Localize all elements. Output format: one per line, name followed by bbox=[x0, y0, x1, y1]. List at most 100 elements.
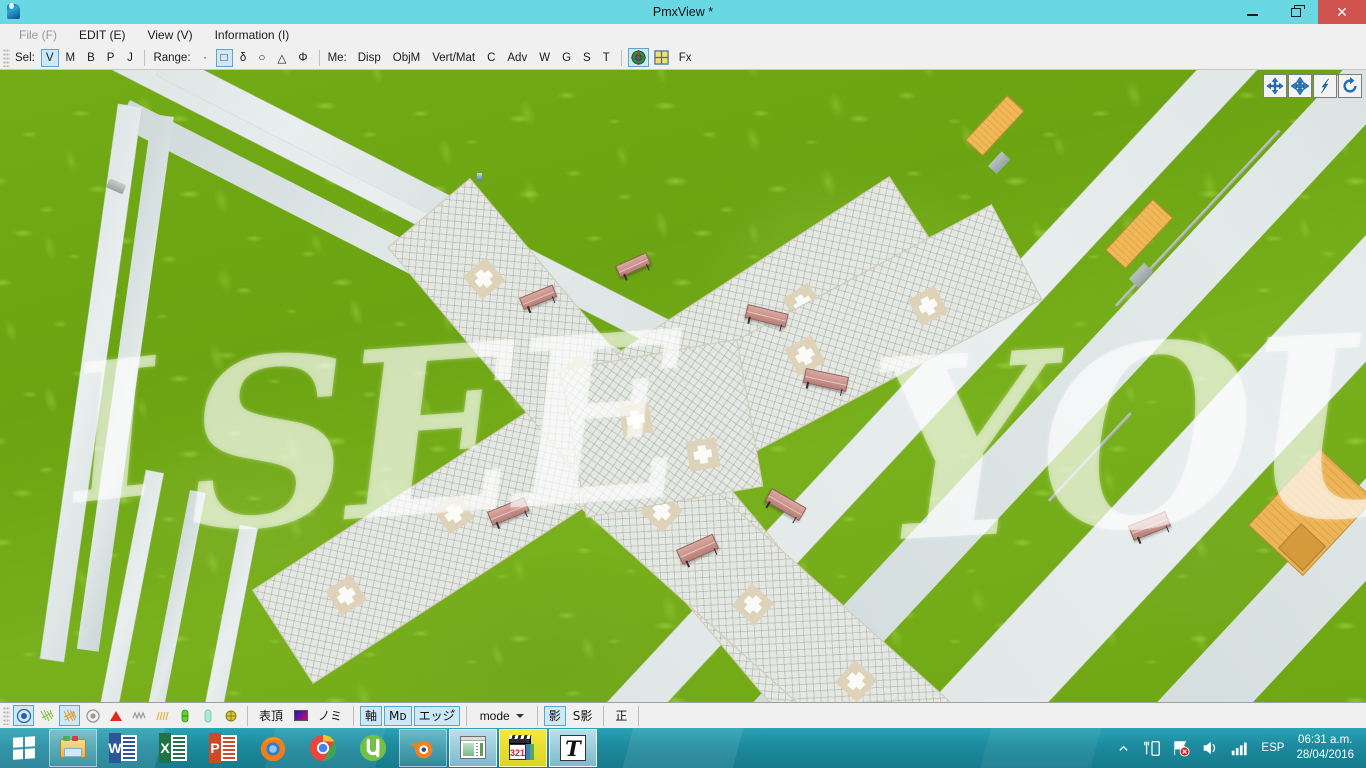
edge-button[interactable]: エッジ゚ bbox=[413, 705, 460, 726]
range-circle-button[interactable]: ○ bbox=[254, 49, 271, 67]
toolbar-separator-3 bbox=[620, 49, 622, 66]
me-button-w[interactable]: W bbox=[534, 49, 555, 67]
me-button-c[interactable]: C bbox=[482, 49, 500, 67]
me-button-disp[interactable]: Disp bbox=[353, 49, 386, 67]
menu-edit[interactable]: EDIT (E) bbox=[68, 25, 136, 45]
me-button-t[interactable]: T bbox=[598, 49, 615, 67]
sel-button-p[interactable]: P bbox=[102, 49, 120, 67]
nomi-button[interactable]: ノミ bbox=[313, 706, 347, 726]
restore-button[interactable] bbox=[1274, 0, 1318, 24]
hyoucho-button[interactable]: 表頂 bbox=[254, 706, 288, 726]
taskbar-app-utorrent[interactable] bbox=[349, 729, 397, 767]
me-button-g[interactable]: G bbox=[557, 49, 576, 67]
powerpoint-icon: P bbox=[209, 733, 237, 763]
range-point-button[interactable]: · bbox=[197, 49, 214, 67]
bottom-separator-6 bbox=[638, 705, 640, 726]
minimize-button[interactable] bbox=[1230, 0, 1274, 24]
folder-icon bbox=[58, 733, 88, 763]
chrome-icon bbox=[308, 733, 338, 763]
wave-orange-icon[interactable] bbox=[151, 705, 172, 726]
menu-bar: File (F) EDIT (E) View (V) Information (… bbox=[0, 24, 1366, 46]
blender-icon bbox=[408, 733, 438, 763]
physics-joint-icon[interactable] bbox=[220, 705, 241, 726]
taskbar-app-pmx-editor[interactable] bbox=[449, 729, 497, 767]
axis-gizmo-icon[interactable] bbox=[627, 48, 649, 67]
toolbar-separator-2 bbox=[318, 49, 320, 66]
sel-button-b[interactable]: B bbox=[82, 49, 100, 67]
metasequoia-icon: T bbox=[558, 733, 588, 763]
close-button[interactable]: ✕ bbox=[1318, 0, 1366, 24]
taskbar-app-file-explorer[interactable] bbox=[49, 729, 97, 767]
taskbar-app-excel[interactable]: X bbox=[149, 729, 197, 767]
kage-button[interactable]: 影 bbox=[543, 705, 566, 726]
signal-bars-icon[interactable] bbox=[1229, 738, 1249, 758]
volume-icon[interactable] bbox=[1200, 738, 1220, 758]
plaza-tile-motif bbox=[618, 402, 654, 437]
sel-button-v[interactable]: V bbox=[40, 48, 59, 67]
window-icon bbox=[458, 733, 488, 763]
clock[interactable]: 06:31 a.m. 28/04/2016 bbox=[1296, 733, 1360, 763]
sei-button[interactable]: 正 bbox=[610, 706, 632, 726]
viewport-nav-buttons bbox=[1263, 74, 1362, 98]
firefox-icon bbox=[258, 733, 288, 763]
capsule-cyan-icon[interactable] bbox=[197, 705, 218, 726]
excel-icon: X bbox=[159, 733, 187, 763]
window-title: PmxView * bbox=[652, 5, 714, 19]
menu-information[interactable]: Information (I) bbox=[204, 25, 301, 45]
menu-file[interactable]: File (F) bbox=[8, 25, 68, 45]
chevron-up-icon[interactable] bbox=[1113, 738, 1133, 758]
bone-green-icon[interactable] bbox=[174, 705, 195, 726]
face-wire-icon[interactable] bbox=[59, 705, 80, 726]
menu-view[interactable]: View (V) bbox=[136, 25, 203, 45]
viewport-3d[interactable]: I SEE YOU bbox=[0, 70, 1366, 702]
system-tray: ESP 06:31 a.m. 28/04/2016 bbox=[1113, 728, 1366, 768]
vertex-scatter-icon[interactable] bbox=[36, 705, 57, 726]
language-indicator[interactable]: ESP bbox=[1258, 742, 1287, 754]
mb-button[interactable]: Mᴅ bbox=[384, 705, 412, 726]
color-swatch[interactable] bbox=[290, 705, 311, 726]
range-square-button[interactable]: □ bbox=[215, 48, 233, 67]
taskbar-app-metasequoia[interactable]: T bbox=[549, 729, 597, 767]
triangle-face-icon[interactable] bbox=[105, 705, 126, 726]
range-triangle-button[interactable]: △ bbox=[273, 49, 292, 67]
me-button-vertmat[interactable]: Vert/Mat bbox=[427, 49, 480, 67]
word-icon: W bbox=[108, 733, 137, 763]
taskbar-app-firefox[interactable] bbox=[249, 729, 297, 767]
me-button-s[interactable]: S bbox=[578, 49, 596, 67]
mode-dropdown-label: mode bbox=[479, 708, 510, 723]
devices-icon[interactable] bbox=[1142, 738, 1162, 758]
sel-button-j[interactable]: J bbox=[121, 49, 138, 67]
bottom-separator-2 bbox=[353, 705, 355, 726]
fx-button[interactable]: Fx bbox=[674, 49, 697, 67]
taskbar-app-word[interactable]: W bbox=[99, 729, 147, 767]
range-phi-button[interactable]: Φ bbox=[293, 49, 312, 67]
rotate-view-icon[interactable] bbox=[1338, 74, 1362, 98]
plaza-tile-motif bbox=[462, 257, 506, 300]
skage-button[interactable]: S影 bbox=[568, 706, 598, 726]
move-4way-icon[interactable] bbox=[1288, 74, 1312, 98]
scene-render: I SEE YOU bbox=[0, 70, 1366, 702]
vertex-view-icon[interactable] bbox=[13, 705, 34, 726]
me-button-adv[interactable]: Adv bbox=[502, 49, 532, 67]
range-delta-button[interactable]: δ bbox=[235, 49, 252, 67]
zoom-depth-icon[interactable] bbox=[1313, 74, 1337, 98]
taskbar-app-chrome[interactable] bbox=[299, 729, 347, 767]
wave-grey-icon[interactable] bbox=[128, 705, 149, 726]
jiku-button[interactable]: 軸 bbox=[360, 705, 383, 726]
utorrent-icon bbox=[358, 733, 388, 763]
bottom-toolbar-grip[interactable] bbox=[3, 706, 10, 725]
taskbar-app-mmd[interactable]: 321 bbox=[499, 729, 547, 767]
me-button-objm[interactable]: ObjM bbox=[388, 49, 425, 67]
toolbar-grip[interactable] bbox=[3, 48, 10, 67]
sel-button-m[interactable]: M bbox=[61, 49, 81, 67]
taskbar-app-blender[interactable] bbox=[399, 729, 447, 767]
windows-logo-icon bbox=[13, 736, 35, 760]
taskbar-app-powerpoint[interactable]: P bbox=[199, 729, 247, 767]
mode-dropdown[interactable]: mode bbox=[472, 706, 532, 726]
start-button[interactable] bbox=[0, 728, 48, 768]
network-flag-error-icon[interactable] bbox=[1171, 738, 1191, 758]
grid-quad-icon[interactable] bbox=[651, 48, 672, 67]
bottom-separator-1 bbox=[247, 705, 248, 726]
point-circle-icon[interactable] bbox=[82, 705, 103, 726]
pan-horizontal-icon[interactable] bbox=[1263, 74, 1287, 98]
